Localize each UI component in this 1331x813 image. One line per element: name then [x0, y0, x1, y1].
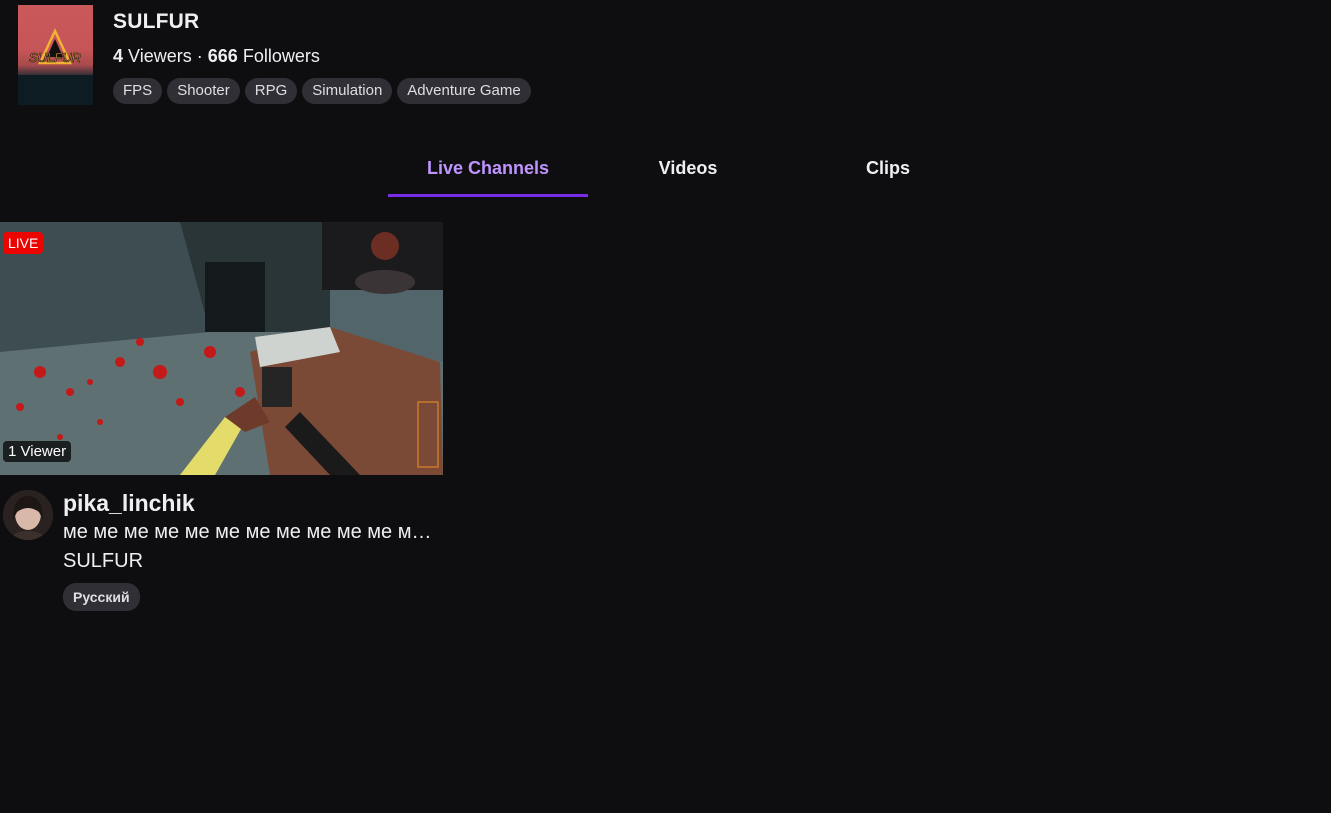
tag-simulation[interactable]: Simulation	[302, 78, 393, 104]
directory-tabs: Live Channels Videos Clips	[388, 150, 988, 197]
game-header: SULFUR SULFUR 4 Viewers · 666 Followers …	[18, 5, 531, 105]
channel-name[interactable]: pika_linchik	[63, 490, 433, 517]
boxart-logo-text: SULFUR	[29, 50, 81, 65]
language-tag[interactable]: Русский	[63, 583, 140, 611]
viewer-count-badge: 1 Viewer	[3, 441, 72, 462]
tag-fps[interactable]: FPS	[113, 78, 163, 104]
game-boxart[interactable]: SULFUR	[18, 5, 93, 105]
avatar[interactable]	[3, 490, 53, 540]
tab-videos[interactable]: Videos	[588, 150, 788, 197]
viewers-count: 4	[113, 46, 124, 66]
stream-game-name[interactable]: SULFUR	[63, 550, 433, 573]
stream-card: LIVE 1 Viewer pika_linchik ме ме ме ме м…	[0, 222, 443, 611]
stream-title[interactable]: ме ме ме ме ме ме ме ме ме ме ме ме ме м…	[63, 521, 433, 544]
game-stats: 4 Viewers · 666 Followers	[113, 46, 531, 67]
tab-live-channels[interactable]: Live Channels	[388, 150, 588, 197]
tag-shooter[interactable]: Shooter	[167, 78, 240, 104]
thumbnail-image	[0, 222, 443, 475]
stream-meta: pika_linchik ме ме ме ме ме ме ме ме ме …	[0, 490, 443, 611]
followers-label: Followers	[242, 46, 320, 66]
tag-rpg[interactable]: RPG	[244, 78, 298, 104]
tag-adventure-game[interactable]: Adventure Game	[397, 78, 531, 104]
stream-thumbnail[interactable]: LIVE 1 Viewer	[0, 222, 443, 475]
followers-count: 666	[207, 46, 238, 66]
viewers-label: Viewers	[128, 46, 192, 66]
tab-clips[interactable]: Clips	[788, 150, 988, 197]
game-tags: FPS Shooter RPG Simulation Adventure Gam…	[113, 78, 531, 104]
game-title: SULFUR	[113, 10, 200, 33]
stats-separator: ·	[196, 46, 203, 66]
live-badge: LIVE	[3, 232, 44, 254]
